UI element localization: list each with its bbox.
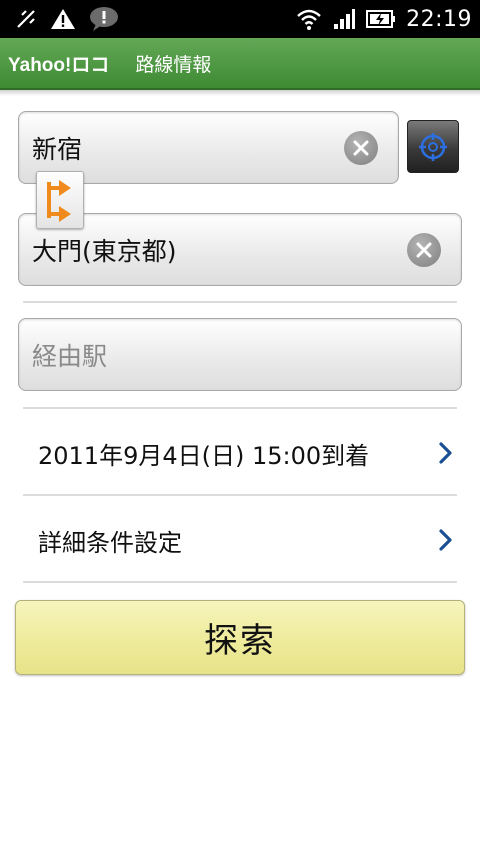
status-time: 22:19 [406, 6, 472, 32]
divider [23, 301, 457, 303]
to-station-value: 大門(東京都) [32, 236, 177, 266]
datetime-label: 2011年9月4日(日) 15:00到着 [38, 441, 370, 470]
detail-conditions-label: 詳細条件設定 [38, 528, 182, 557]
chat-bubble-icon [88, 6, 120, 32]
search-button[interactable]: 探索 [15, 600, 465, 675]
chevron-right-icon [439, 529, 452, 551]
close-icon [353, 140, 369, 155]
status-right-icons: 22:19 [296, 4, 472, 34]
to-station-input[interactable]: 大門(東京都) [18, 213, 462, 286]
swap-arrow-icon [47, 180, 71, 222]
clear-from-button[interactable] [344, 130, 378, 165]
status-left-icons [14, 4, 120, 34]
datetime-row[interactable]: 2011年9月4日(日) 15:00到着 [0, 411, 480, 495]
divider [23, 494, 457, 496]
via-station-input[interactable]: 経由駅 [18, 318, 462, 391]
app-bar: Yahoo!ロコ 路線情報 [0, 38, 480, 90]
battery-charging-icon [366, 8, 396, 30]
close-icon [416, 242, 432, 257]
app-bar-shadow [0, 90, 480, 96]
status-bar: 22:19 [0, 0, 480, 38]
clear-to-button[interactable] [407, 232, 441, 267]
usb-debug-icon [14, 7, 38, 31]
wifi-icon [296, 7, 322, 31]
from-station-value: 新宿 [32, 134, 83, 164]
divider [23, 581, 457, 583]
detail-conditions-row[interactable]: 詳細条件設定 [0, 498, 480, 582]
app-title: 路線情報 [135, 53, 212, 76]
app-logo: Yahoo!ロコ [8, 54, 110, 76]
signal-icon [332, 7, 356, 31]
divider [23, 407, 457, 409]
chevron-right-icon [439, 442, 452, 464]
via-station-placeholder: 経由駅 [32, 341, 108, 371]
warning-icon [50, 7, 76, 31]
swap-stations-button[interactable] [36, 171, 84, 229]
current-location-button[interactable] [407, 120, 459, 173]
crosshair-icon [419, 132, 447, 161]
search-button-label: 探索 [204, 621, 276, 661]
